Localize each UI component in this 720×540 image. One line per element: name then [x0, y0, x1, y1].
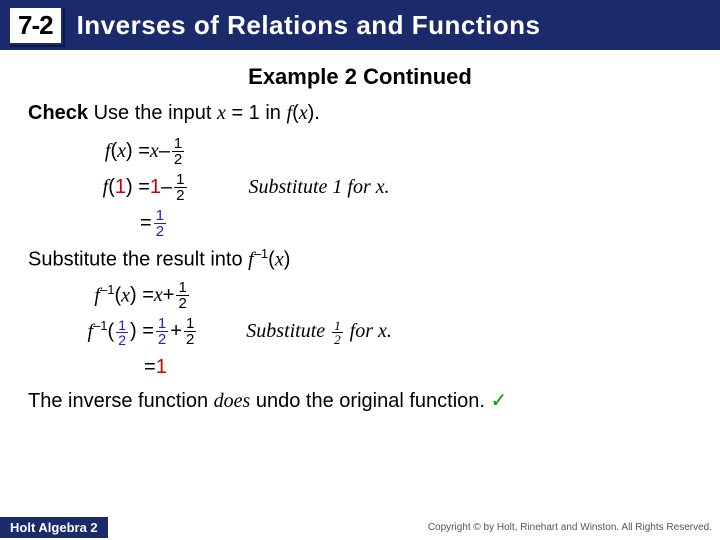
substitute-instruction: Substitute the result into f–1(x) [28, 245, 692, 274]
header-title: Inverses of Relations and Functions [77, 10, 541, 41]
note-sub-half: Substitute 12 for x. [246, 318, 392, 346]
equation-result-half: = 12 [56, 205, 692, 241]
note-sub-1: Substitute 1 for x. [249, 174, 390, 201]
slide-header: 7-2 Inverses of Relations and Functions [0, 0, 720, 50]
slide-footer: Holt Algebra 2 Copyright © by Holt, Rine… [0, 516, 720, 538]
check-label: Check [28, 102, 88, 124]
equation-finv-def: f–1(x ) = x + 12 [40, 278, 692, 314]
equation-finv-half: f–1(12 ) = 12 + 12 Substitute 12 for x. [40, 314, 692, 350]
check-instruction: Check Use the input x = 1 in f(x). [28, 100, 692, 127]
footer-copyright: Copyright © by Holt, Rinehart and Winsto… [428, 522, 720, 533]
example-title: Example 2 Continued [0, 64, 720, 90]
conclusion: The inverse function does undo the origi… [28, 388, 692, 415]
section-badge: 7-2 [8, 6, 63, 45]
footer-brand: Holt Algebra 2 [0, 517, 108, 538]
checkmark-icon: ✓ [491, 390, 508, 412]
content-area: Check Use the input x = 1 in f(x). f(x )… [0, 90, 720, 415]
equation-fx-def: f(x ) = x – 12 [56, 133, 692, 169]
equation-result-1: = 1 [40, 350, 692, 386]
equation-f1: f(1 ) = 1 – 12 Substitute 1 for x. [56, 169, 692, 205]
